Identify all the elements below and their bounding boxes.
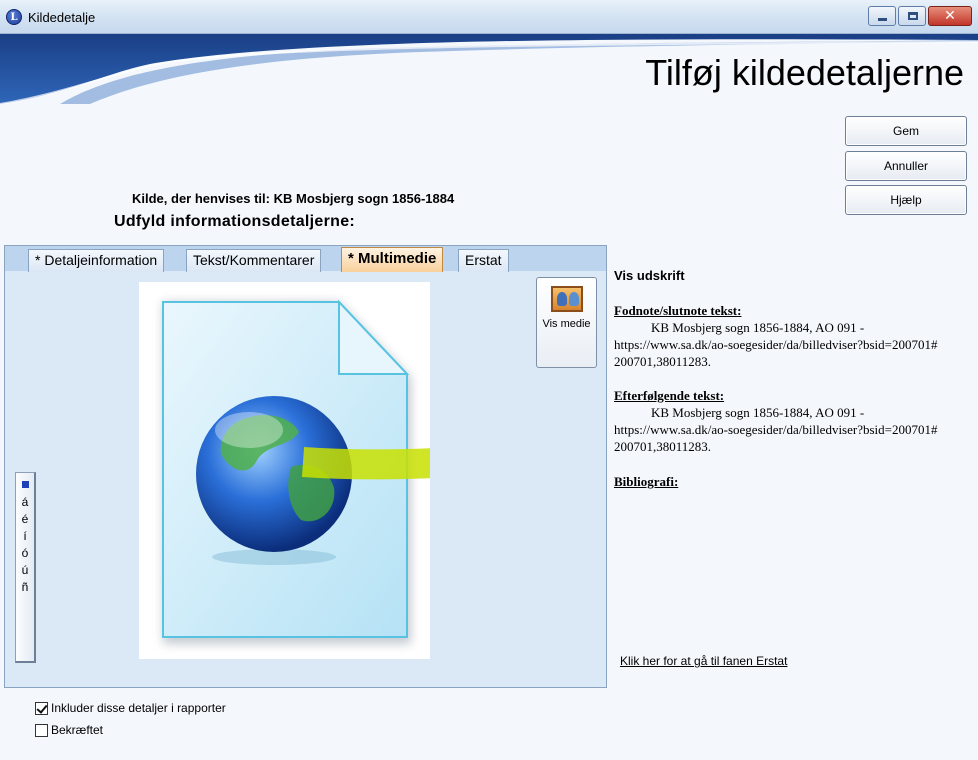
footnote-line-1: KB Mosbjerg sogn 1856-1884, AO 091 - (651, 320, 865, 335)
window-controls: ✕ (868, 6, 972, 26)
page-heading: Tilføj kildedetaljerne (645, 52, 964, 93)
maximize-icon (908, 12, 918, 20)
accent-bar-square-icon (21, 481, 29, 488)
web-document-image (162, 299, 430, 644)
save-button[interactable]: Gem (845, 116, 967, 146)
title-bar: L Kildedetalje ✕ (0, 0, 978, 34)
accent-char-e[interactable]: é (16, 511, 34, 528)
subsequent-line-1: KB Mosbjerg sogn 1856-1884, AO 091 - (651, 405, 865, 420)
footnote-line-2: https://www.sa.dk/ao-soegesider/da/bille… (614, 337, 938, 352)
subsequent-line-3: 200701,38011283. (614, 439, 712, 454)
accent-char-o[interactable]: ó (16, 545, 34, 562)
go-to-replace-link[interactable]: Klik her for at gå til fanen Erstat (620, 654, 787, 668)
minimize-icon (878, 18, 887, 21)
include-in-reports-option[interactable]: Inkluder disse detaljer i rapporter (35, 701, 226, 715)
app-logo-icon: L (6, 9, 22, 25)
subsequent-heading: Efterfølgende tekst: (614, 388, 725, 403)
accent-char-u[interactable]: ú (16, 562, 34, 579)
confirmed-label: Bekræftet (51, 723, 104, 737)
minimize-button[interactable] (868, 6, 896, 26)
window-title: Kildedetalje (28, 10, 96, 25)
fill-in-prompt: Udfyld informationsdetaljerne: (114, 213, 356, 230)
tab-replace[interactable]: Erstat (458, 249, 509, 272)
close-icon: ✕ (944, 8, 956, 24)
maximize-button[interactable] (898, 6, 926, 26)
footnote-section: Fodnote/slutnote tekst: KB Mosbjerg sogn… (614, 302, 969, 370)
media-preview[interactable] (139, 282, 430, 659)
accent-char-i[interactable]: í (16, 528, 34, 545)
subsequent-line-2: https://www.sa.dk/ao-soegesider/da/bille… (614, 422, 938, 437)
picture-icon (550, 286, 583, 312)
help-button[interactable]: Hjælp (845, 185, 967, 215)
confirmed-checkbox[interactable] (35, 723, 48, 737)
close-button[interactable]: ✕ (928, 6, 972, 26)
tab-text-comments[interactable]: Tekst/Kommentarer (186, 249, 322, 272)
bibliography-heading: Bibliografi: (614, 474, 679, 489)
cancel-button[interactable]: Annuller (845, 151, 967, 181)
confirmed-option[interactable]: Bekræftet (35, 723, 103, 737)
view-media-label: Vis medie (542, 318, 591, 330)
print-preview-title: Vis udskrift (614, 268, 685, 283)
footnote-line-3: 200701,38011283. (614, 354, 712, 369)
accent-character-bar: á é í ó ú ñ (15, 472, 36, 663)
footnote-heading: Fodnote/slutnote tekst: (614, 303, 742, 318)
source-reference: Kilde, der henvises til: KB Mosbjerg sog… (132, 191, 455, 206)
view-media-button[interactable]: Vis medie (536, 277, 597, 368)
tab-detail-information[interactable]: * Detaljeinformation (28, 249, 165, 272)
accent-char-n[interactable]: ñ (16, 579, 34, 596)
include-in-reports-checkbox[interactable] (35, 701, 48, 715)
accent-char-a[interactable]: á (16, 494, 34, 511)
include-in-reports-label: Inkluder disse detaljer i rapporter (51, 701, 226, 715)
tab-multimedia[interactable]: * Multimedie (341, 247, 444, 273)
subsequent-section: Efterfølgende tekst: KB Mosbjerg sogn 18… (614, 387, 969, 455)
